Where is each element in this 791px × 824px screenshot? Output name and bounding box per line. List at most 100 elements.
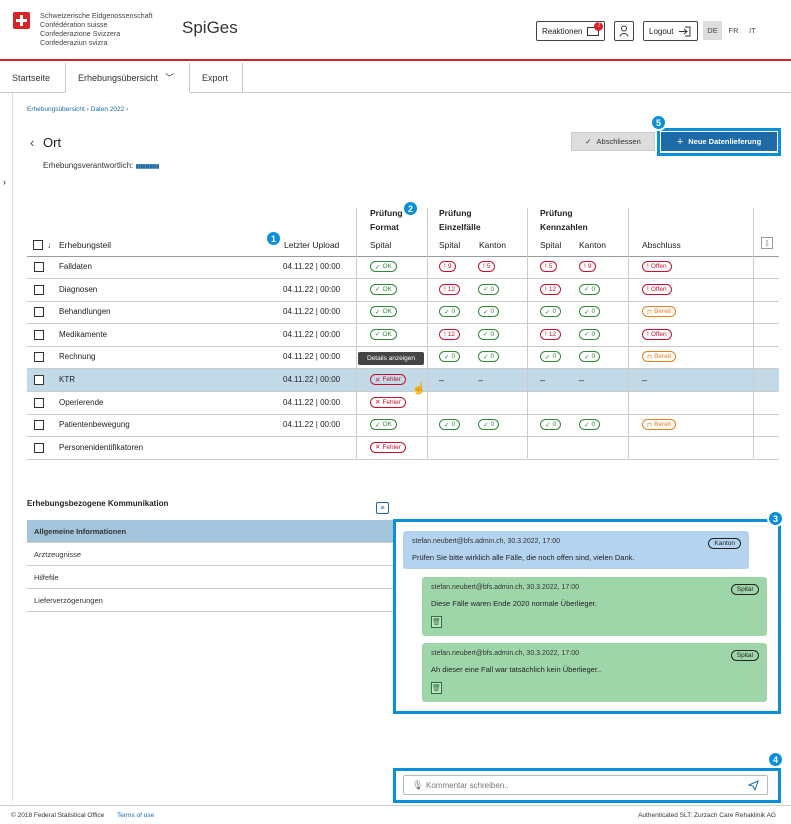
status-icon: ✓ bbox=[584, 421, 590, 429]
status-icon: ✓ bbox=[584, 353, 590, 361]
ok-count-badge[interactable]: ✓ 0 bbox=[579, 283, 601, 295]
trash-icon[interactable]: 🗑 bbox=[431, 682, 442, 694]
ok-badge[interactable]: ✓ OK bbox=[370, 306, 397, 318]
row-checkbox[interactable] bbox=[34, 262, 44, 272]
ready-badge[interactable]: ⊓ Bereit bbox=[642, 306, 677, 318]
ok-count-badge[interactable]: ✓ 0 bbox=[478, 306, 500, 318]
collapsed-sidebar[interactable]: › bbox=[0, 93, 13, 801]
ok-count-badge[interactable]: ✓ 0 bbox=[540, 419, 562, 431]
communication-title: Erhebungsbezogene Kommunikation bbox=[27, 499, 169, 508]
details-tooltip: Details anzeigen bbox=[358, 352, 424, 365]
send-icon[interactable] bbox=[748, 780, 759, 791]
ok-badge[interactable]: ✓ OK bbox=[370, 261, 397, 272]
error-count-badge[interactable]: ! 12 bbox=[540, 328, 562, 340]
ok-badge[interactable]: ✓ OK bbox=[370, 283, 397, 295]
table-row[interactable]: Diagnosen 04.11.22 | 00:00 ✓ OK! 12 ✓ 0! 12 ✓ 0! O… bbox=[27, 279, 779, 302]
comm-item[interactable]: Hilfefile bbox=[27, 566, 395, 589]
open-badge[interactable]: ! Offen bbox=[642, 261, 672, 272]
message-spital: stefan.neubert@bfs.admin.ch, 30.3.2022, … bbox=[422, 643, 767, 702]
ok-count-badge[interactable]: ✓ 0 bbox=[439, 419, 461, 431]
row-checkbox[interactable] bbox=[34, 375, 44, 385]
error-badge[interactable]: ✕ Fehler bbox=[370, 374, 406, 385]
comm-item[interactable]: Arztzeugnisse bbox=[27, 543, 395, 566]
ok-count-badge[interactable]: ✓ 0 bbox=[579, 306, 601, 318]
ok-count-badge[interactable]: ✓ 0 bbox=[478, 328, 500, 340]
tab-erhebungsuebersicht[interactable]: Erhebungsübersicht ﹀ bbox=[66, 63, 190, 93]
open-badge[interactable]: ! Offen bbox=[642, 283, 672, 295]
reactions-button[interactable]: Reaktionen 7 bbox=[536, 21, 606, 41]
chevron-right-icon[interactable]: › bbox=[3, 177, 6, 187]
table-row[interactable]: Medikamente 04.11.22 | 00:00 ✓ OK! 12 ✓ 0! 12 ✓ 0… bbox=[27, 324, 779, 347]
row-checkbox[interactable] bbox=[34, 329, 44, 340]
error-count-badge[interactable]: ! 12 bbox=[540, 283, 562, 295]
badge-label: OK bbox=[382, 330, 392, 338]
col-header-part[interactable]: Erhebungsteil bbox=[59, 240, 111, 250]
row-checkbox[interactable] bbox=[34, 307, 44, 318]
sort-icon[interactable]: ↓ bbox=[47, 240, 51, 250]
error-count-badge[interactable]: ! 12 bbox=[439, 283, 461, 295]
ok-count-badge[interactable]: ✓ 0 bbox=[439, 351, 461, 363]
trash-icon[interactable]: 🗑 bbox=[431, 616, 442, 628]
logout-button[interactable]: Logout bbox=[643, 21, 699, 41]
ok-count-badge[interactable]: ✓ 0 bbox=[579, 351, 601, 363]
error-badge[interactable]: ✕ Fehler bbox=[370, 441, 406, 453]
ok-count-badge[interactable]: ✓ 0 bbox=[478, 283, 500, 295]
microphone-icon[interactable]: 🎙 bbox=[412, 780, 423, 791]
table-row[interactable]: Personenidentifikatoren ✕ Fehler bbox=[27, 437, 779, 460]
ok-count-badge[interactable]: ✓ 0 bbox=[579, 419, 601, 431]
error-count-badge[interactable]: ! 5 bbox=[478, 261, 496, 272]
terms-link[interactable]: Terms of use bbox=[117, 812, 154, 819]
comment-input[interactable]: 🎙 Kommentar schreiben.. bbox=[403, 775, 768, 795]
comm-item[interactable]: Lieferverzögerungen bbox=[27, 589, 395, 612]
tab-export[interactable]: Export bbox=[190, 63, 243, 93]
breadcrumb-item[interactable]: Erhebungsübersicht bbox=[27, 106, 85, 113]
marker-1: 1 bbox=[265, 230, 282, 247]
table-row[interactable]: Operierende 04.11.22 | 00:00 ✕ Fehler bbox=[27, 392, 779, 415]
ok-count-badge[interactable]: ✓ 0 bbox=[540, 306, 562, 318]
ok-badge[interactable]: ✓ OK bbox=[370, 419, 397, 431]
tab-startseite[interactable]: Startseite bbox=[0, 63, 66, 93]
row-checkbox[interactable] bbox=[34, 284, 44, 295]
table-row[interactable]: Patientenbewegung 04.11.22 | 00:00 ✓ OK ✓ 0 ✓ 0… bbox=[27, 414, 779, 438]
badge-label: Offen bbox=[650, 330, 667, 338]
new-message-icon[interactable]: ≡ bbox=[376, 502, 389, 514]
user-button[interactable] bbox=[614, 21, 634, 41]
error-count-badge[interactable]: ! 9 bbox=[439, 261, 457, 272]
select-all-checkbox[interactable] bbox=[33, 240, 43, 250]
download-icon[interactable]: ⇩ bbox=[761, 237, 773, 249]
open-badge[interactable]: ! Offen bbox=[642, 328, 672, 340]
main-nav: Startseite Erhebungsübersicht ﹀ Export bbox=[0, 63, 791, 93]
row-checkbox[interactable] bbox=[34, 420, 44, 431]
breadcrumb-item[interactable]: Daten 2022 bbox=[91, 106, 125, 113]
ok-count-badge[interactable]: ✓ 0 bbox=[439, 306, 461, 318]
ready-badge[interactable]: ⊓ Bereit bbox=[642, 419, 677, 431]
error-count-badge[interactable]: ! 9 bbox=[579, 261, 597, 272]
ok-count-badge[interactable]: ✓ 0 bbox=[579, 328, 601, 340]
row-checkbox[interactable] bbox=[34, 352, 44, 363]
lang-it-button[interactable]: IT bbox=[743, 21, 762, 40]
comm-item[interactable]: Allgemeine Informationen bbox=[27, 520, 395, 543]
new-delivery-button[interactable]: + Neue Datenlieferung bbox=[661, 132, 777, 151]
error-badge[interactable]: ✕ Fehler bbox=[370, 396, 406, 408]
error-count-badge[interactable]: ! 5 bbox=[540, 261, 558, 272]
ok-count-badge[interactable]: ✓ 0 bbox=[540, 351, 562, 363]
ok-count-badge[interactable]: ✓ 0 bbox=[478, 351, 500, 363]
table-row[interactable]: KTR 04.11.22 | 00:00 ✕ Fehler – – – – – bbox=[27, 369, 779, 392]
error-count-badge[interactable]: ! 12 bbox=[439, 328, 461, 340]
status-icon: ✓ bbox=[584, 308, 590, 316]
badge-label: Fehler bbox=[382, 443, 401, 451]
lang-fr-button[interactable]: FR bbox=[724, 21, 743, 40]
close-survey-button[interactable]: ✓ Abschliessen bbox=[571, 132, 655, 151]
back-icon[interactable]: ‹ bbox=[30, 135, 34, 150]
row-checkbox[interactable] bbox=[34, 442, 44, 453]
row-checkbox[interactable] bbox=[34, 397, 44, 408]
table-row[interactable]: Behandlungen 04.11.22 | 00:00 ✓ OK ✓ 0 ✓ 0 ✓ 0 ✓ 0 ⊓… bbox=[27, 301, 779, 325]
ready-badge[interactable]: ⊓ Bereit bbox=[642, 351, 677, 363]
user-icon bbox=[619, 25, 629, 37]
col-header-upload[interactable]: Letzter Upload bbox=[284, 240, 339, 250]
ok-badge[interactable]: ✓ OK bbox=[370, 328, 397, 340]
table-row[interactable]: Falldaten 04.11.22 | 00:00 ✓ OK! 9! 5! 5! 9! Off… bbox=[27, 256, 779, 279]
status-icon: ! bbox=[545, 263, 547, 270]
ok-count-badge[interactable]: ✓ 0 bbox=[478, 419, 500, 431]
lang-de-button[interactable]: DE bbox=[703, 21, 722, 40]
